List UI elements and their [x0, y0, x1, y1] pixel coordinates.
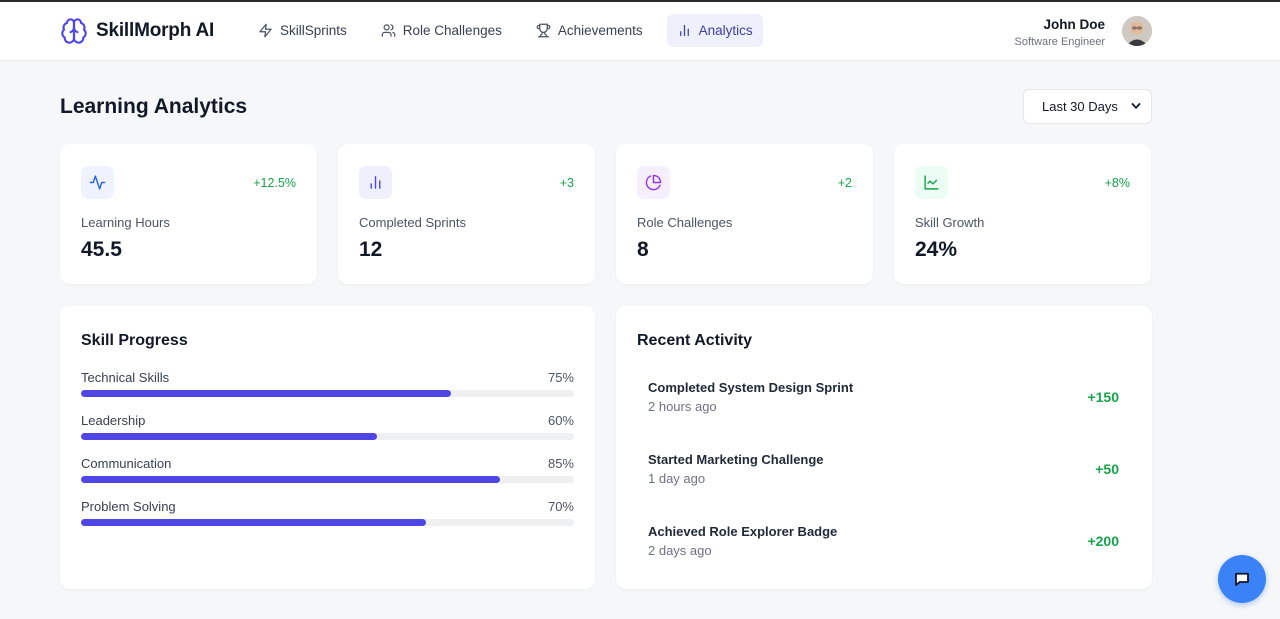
stat-change: +2 [837, 176, 852, 190]
activity-points: +200 [1087, 533, 1119, 549]
date-range-value: Last 30 Days [1042, 99, 1118, 114]
page-title: Learning Analytics [60, 95, 248, 118]
nav-item-label: Achievements [557, 23, 643, 38]
top-navigation-bar: SkillMorph AI SkillSprints Role Challeng… [0, 2, 1280, 61]
stat-label: Learning Hours [81, 215, 170, 230]
trophy-icon [536, 23, 551, 38]
stat-label: Skill Growth [915, 215, 985, 230]
stat-change: +3 [559, 176, 574, 190]
chevron-down-icon [1131, 103, 1141, 109]
nav-item-analytics[interactable]: Analytics [666, 14, 763, 47]
stat-card-skill-growth: +8% Skill Growth 24% [894, 144, 1151, 284]
skill-percent: 70% [547, 499, 574, 514]
lightning-icon [259, 23, 272, 38]
stat-label: Completed Sprints [359, 215, 466, 230]
activity-item[interactable]: Started Marketing Challenge 1 day ago +5… [637, 452, 1130, 508]
stat-card-learning-hours: +12.5% Learning Hours 45.5 [60, 144, 317, 284]
recent-activity-panel: Recent Activity Completed System Design … [616, 306, 1152, 589]
brand-name: SkillMorph AI [96, 20, 215, 41]
stat-value: 45.5 [81, 238, 122, 261]
stat-card-role-challenges: +2 Role Challenges 8 [616, 144, 873, 284]
panel-title: Skill Progress [81, 332, 188, 349]
stat-icon-box [915, 166, 948, 199]
skill-progress-fill [81, 476, 501, 483]
stat-icon-box [637, 166, 670, 199]
stat-value: 8 [637, 238, 649, 261]
nav-item-achievements[interactable]: Achievements [526, 14, 653, 47]
pie-chart-icon [645, 174, 662, 191]
skill-progress-fill [81, 519, 427, 526]
chat-bubble-icon [1235, 572, 1249, 586]
skill-row: Problem Solving 70% [81, 499, 574, 531]
stat-icon-box [359, 166, 392, 199]
user-role: Software Engineer [1014, 36, 1106, 48]
user-info[interactable]: John Doe Software Engineer [1015, 17, 1106, 48]
nav-item-label: Analytics [698, 23, 753, 38]
user-name: John Doe [1043, 17, 1105, 32]
skill-label: Communication [81, 456, 172, 471]
skill-percent: 75% [547, 370, 574, 385]
line-chart-icon [924, 175, 939, 190]
stat-change: +12.5% [253, 176, 296, 190]
stat-card-completed-sprints: +3 Completed Sprints 12 [338, 144, 595, 284]
activity-item[interactable]: Completed System Design Sprint 2 hours a… [637, 380, 1130, 436]
skill-progress-track [81, 476, 574, 483]
avatar[interactable] [1122, 16, 1152, 46]
activity-title: Completed System Design Sprint [648, 380, 854, 395]
stat-value: 12 [359, 238, 383, 261]
nav-item-label: Role Challenges [402, 23, 502, 38]
activity-time: 2 days ago [648, 543, 712, 558]
activity-time: 1 day ago [648, 471, 706, 486]
skill-label: Leadership [81, 413, 146, 428]
date-range-select[interactable]: Last 30 Days [1023, 89, 1152, 124]
skill-label: Technical Skills [81, 370, 170, 385]
brand[interactable]: SkillMorph AI [60, 16, 214, 46]
activity-item[interactable]: Achieved Role Explorer Badge 2 days ago … [637, 524, 1130, 580]
main-nav: SkillSprints Role Challenges Achievement… [248, 14, 777, 47]
nav-item-role-challenges[interactable]: Role Challenges [371, 14, 512, 47]
stat-label: Role Challenges [637, 215, 733, 230]
activity-icon [89, 175, 106, 190]
skill-row: Communication 85% [81, 456, 574, 488]
stat-value: 24% [915, 238, 958, 261]
panel-title: Recent Activity [637, 332, 752, 349]
skill-progress-panel: Skill Progress Technical Skills 75% Lead… [60, 306, 595, 589]
skill-progress-track [81, 390, 574, 397]
skill-percent: 85% [547, 456, 574, 471]
bar-chart-icon [679, 24, 689, 37]
activity-points: +50 [1095, 461, 1119, 477]
activity-title: Achieved Role Explorer Badge [648, 524, 838, 539]
activity-time: 2 hours ago [648, 399, 717, 414]
skill-label: Problem Solving [81, 499, 176, 514]
stat-icon-box [81, 166, 114, 199]
skill-progress-track [81, 433, 574, 440]
nav-item-skillsprints[interactable]: SkillSprints [248, 14, 357, 47]
stat-change: +8% [1104, 176, 1130, 190]
skill-row: Technical Skills 75% [81, 370, 574, 402]
activity-points: +150 [1087, 389, 1119, 405]
brain-logo-icon [61, 18, 87, 44]
bar-chart-icon [370, 176, 381, 189]
nav-item-label: SkillSprints [280, 23, 347, 38]
skill-percent: 60% [547, 413, 574, 428]
user-avatar-image [1122, 16, 1152, 46]
skill-progress-track [81, 519, 574, 526]
chat-button[interactable] [1218, 555, 1266, 603]
skill-progress-fill [81, 390, 451, 397]
users-icon [381, 24, 396, 37]
activity-title: Started Marketing Challenge [648, 452, 824, 467]
skill-progress-fill [81, 433, 377, 440]
skill-row: Leadership 60% [81, 413, 574, 445]
